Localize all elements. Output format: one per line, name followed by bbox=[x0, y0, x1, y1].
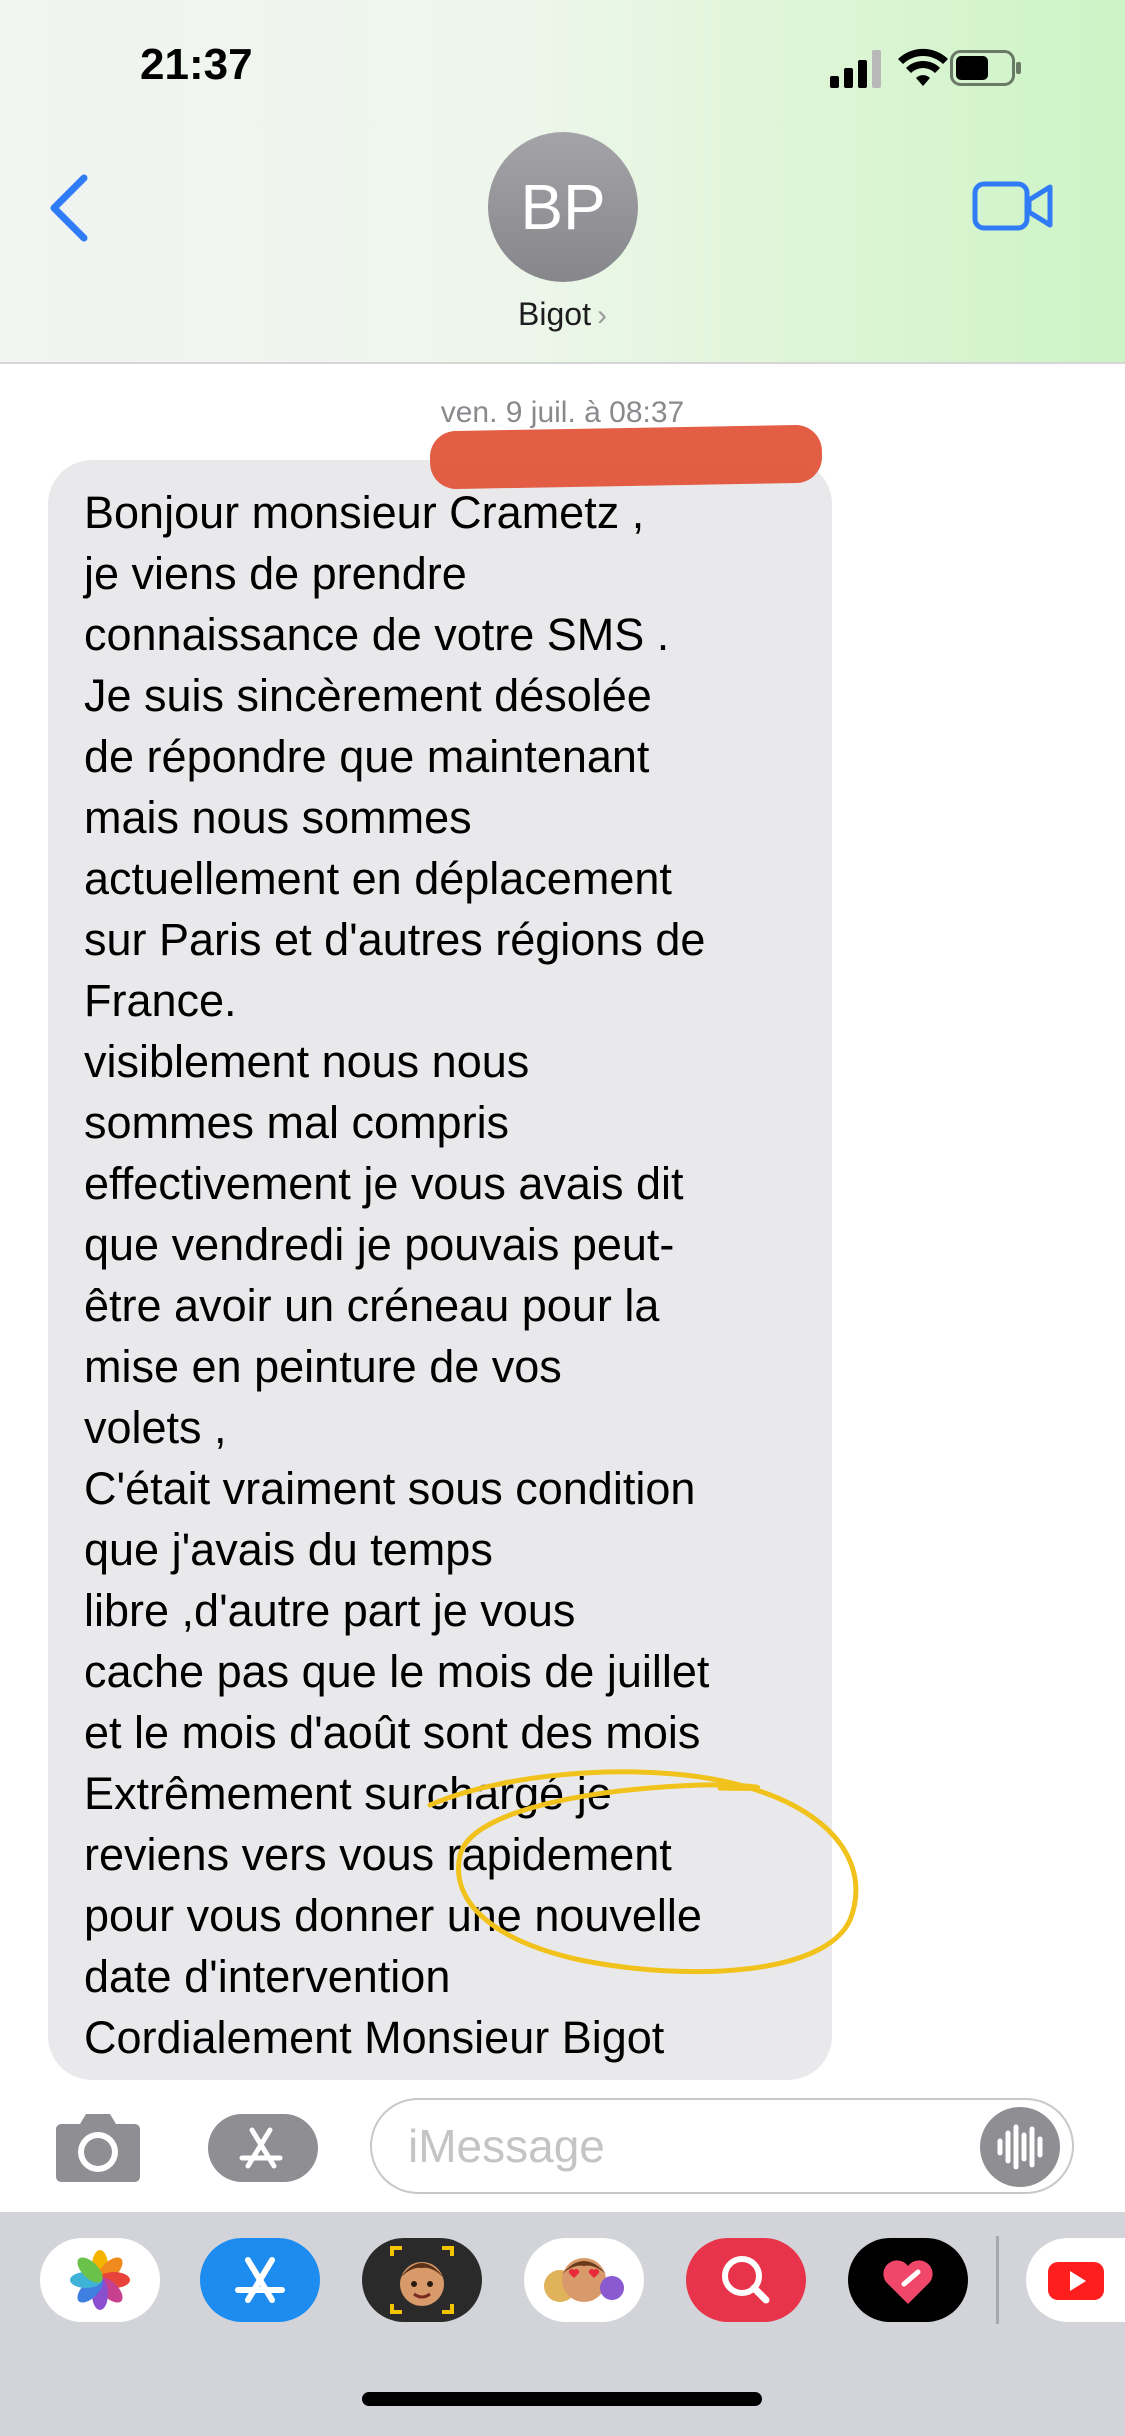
contact-avatar[interactable]: BP bbox=[488, 132, 638, 282]
contact-name: Bigot bbox=[518, 296, 591, 332]
photos-app-icon[interactable] bbox=[40, 2238, 160, 2322]
magnifier-icon bbox=[722, 2256, 770, 2304]
memoji-face-icon bbox=[390, 2246, 454, 2314]
photos-flower-icon bbox=[70, 2250, 130, 2310]
youtube-play-icon bbox=[1048, 2262, 1104, 2300]
contact-name-button[interactable]: Bigot › bbox=[0, 296, 1125, 333]
app-store-glyph-icon bbox=[239, 2127, 283, 2169]
hand-drawn-circle-annotation bbox=[427, 1769, 859, 1975]
video-camera-icon[interactable] bbox=[972, 178, 1054, 234]
back-chevron-icon[interactable] bbox=[42, 168, 98, 248]
audio-waveform-icon[interactable] bbox=[980, 2107, 1060, 2187]
app-drawer-divider bbox=[996, 2236, 999, 2324]
status-time: 21:37 bbox=[140, 40, 253, 89]
heart-eyes-memoji-app-icon[interactable] bbox=[524, 2238, 644, 2322]
redaction-scribble bbox=[429, 424, 823, 490]
heart-eyes-face-icon bbox=[544, 2258, 624, 2302]
app-store-a-icon bbox=[235, 2257, 285, 2303]
memoji-app-icon[interactable] bbox=[362, 2238, 482, 2322]
home-indicator[interactable] bbox=[362, 2392, 762, 2406]
heart-touch-icon bbox=[883, 2260, 933, 2304]
app-store-app-icon[interactable] bbox=[200, 2238, 320, 2322]
camera-icon[interactable] bbox=[50, 2112, 146, 2184]
waveform-glyph-icon bbox=[997, 2124, 1043, 2170]
chevron-right-icon: › bbox=[596, 299, 607, 332]
battery-icon bbox=[950, 50, 1021, 86]
imessage-input[interactable] bbox=[370, 2098, 1074, 2194]
wifi-icon bbox=[898, 48, 948, 86]
search-images-app-icon[interactable] bbox=[686, 2238, 806, 2322]
app-store-icon[interactable] bbox=[208, 2114, 318, 2182]
digital-touch-app-icon[interactable] bbox=[848, 2238, 968, 2322]
youtube-app-icon[interactable] bbox=[1026, 2238, 1125, 2322]
cellular-signal-icon bbox=[830, 50, 881, 88]
message-timestamp: ven. 9 juil. à 08:37 bbox=[440, 396, 685, 429]
